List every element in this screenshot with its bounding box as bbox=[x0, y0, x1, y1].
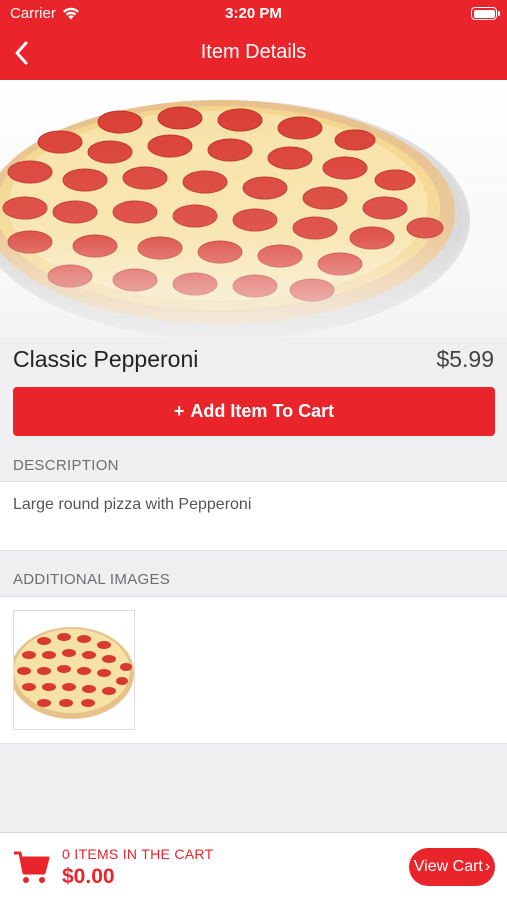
item-hero-image bbox=[0, 80, 507, 338]
page-title: Item Details bbox=[200, 41, 307, 63]
cart-item-count: 0 ITEMS IN THE CART bbox=[62, 846, 214, 862]
plus-icon: + bbox=[173, 401, 185, 421]
item-name: Classic Pepperoni bbox=[13, 346, 199, 372]
shopping-cart-icon[interactable] bbox=[12, 849, 52, 885]
pizza-image bbox=[0, 80, 507, 338]
add-to-cart-label: Add Item To Cart bbox=[190, 401, 335, 421]
add-to-cart-button[interactable]: + Add Item To Cart bbox=[13, 387, 495, 436]
pizza-thumbnail-image bbox=[14, 627, 134, 719]
additional-images-card bbox=[0, 596, 507, 744]
additional-image-thumbnail[interactable] bbox=[13, 610, 135, 730]
nav-bar: Item Details bbox=[0, 28, 507, 80]
description-card: Large round pizza with Pepperoni bbox=[0, 481, 507, 551]
status-time: 3:20 PM bbox=[225, 5, 282, 22]
cart-total: $0.00 bbox=[62, 865, 115, 888]
cart-summary-bar: 0 ITEMS IN THE CART $0.00 View Cart › bbox=[0, 832, 507, 900]
item-price: $5.99 bbox=[436, 346, 494, 372]
view-cart-label: View Cart bbox=[413, 858, 483, 875]
chevron-right-icon: › bbox=[484, 858, 491, 875]
description-text: Large round pizza with Pepperoni bbox=[13, 496, 252, 513]
battery-icon bbox=[471, 7, 500, 20]
description-header: DESCRIPTION bbox=[13, 456, 119, 474]
additional-images-header: ADDITIONAL IMAGES bbox=[13, 570, 171, 588]
status-bar: Carrier 3:20 PM bbox=[0, 0, 507, 28]
view-cart-button[interactable]: View Cart › bbox=[409, 848, 495, 886]
